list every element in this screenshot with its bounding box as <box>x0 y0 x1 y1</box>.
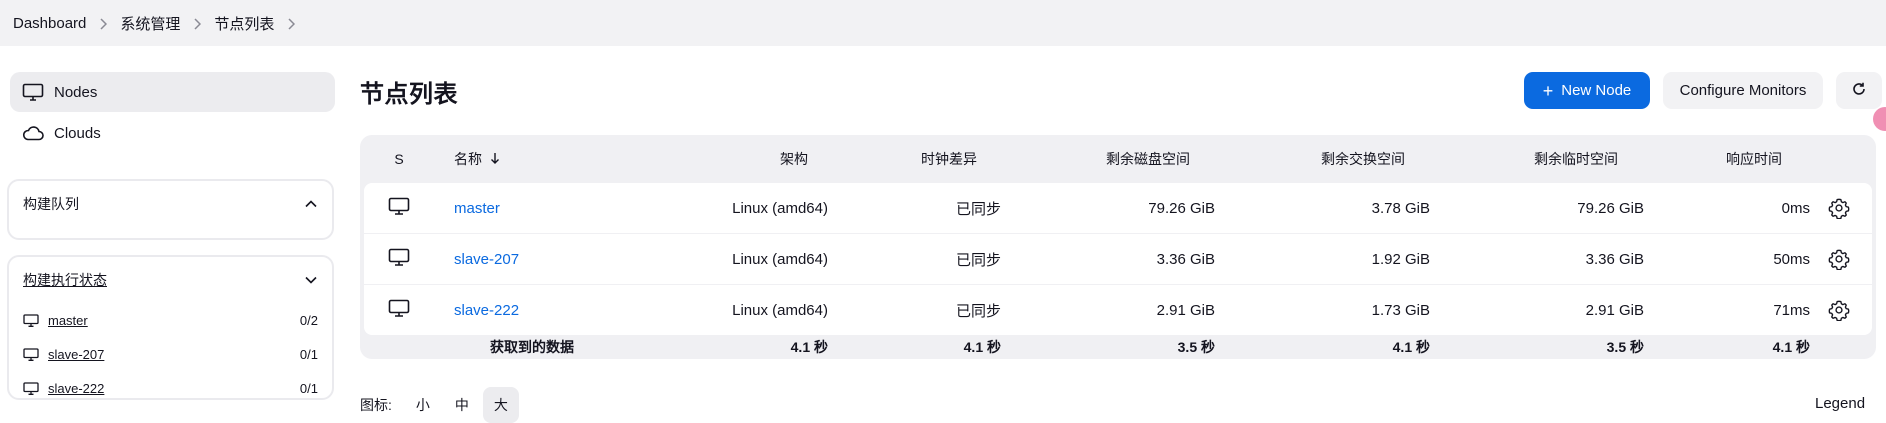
executor-row: slave-207 0/1 <box>9 337 332 371</box>
chevron-right-icon[interactable] <box>193 17 202 30</box>
breadcrumb-dashboard[interactable]: Dashboard <box>13 15 86 32</box>
build-queue-panel: 构建队列 <box>7 179 334 240</box>
configure-monitors-label: Configure Monitors <box>1679 82 1807 99</box>
sidebar-item-nodes[interactable]: Nodes <box>10 72 335 112</box>
icon-size-label: 图标: <box>360 397 392 413</box>
executor-count: 0/1 <box>299 346 318 362</box>
node-table: S 名称 架构 时钟差异 剩余磁盘空间 剩余交换空间 剩余临时空间 响应时间 m… <box>360 135 1876 359</box>
footer-resp: 4.1 秒 <box>1772 339 1810 355</box>
table-row: master Linux (amd64) 已同步 79.26 GiB 3.78 … <box>364 183 1872 233</box>
refresh-icon <box>1851 81 1867 101</box>
monitor-icon <box>23 313 39 327</box>
table-footer-row: 获取到的数据 4.1 秒 4.1 秒 3.5 秒 4.1 秒 3.5 秒 4.1… <box>364 335 1872 359</box>
table-row: slave-222 Linux (amd64) 已同步 2.91 GiB 1.7… <box>364 285 1872 335</box>
configure-monitors-button[interactable]: Configure Monitors <box>1663 72 1823 109</box>
gear-icon[interactable] <box>1824 197 1854 219</box>
column-header-resp[interactable]: 响应时间 <box>364 149 1782 169</box>
sidebar-item-clouds[interactable]: Clouds <box>10 113 335 153</box>
executor-node-link[interactable]: slave-207 <box>48 347 300 362</box>
legend-link[interactable]: Legend <box>1815 395 1865 412</box>
breadcrumb-system-admin[interactable]: 系统管理 <box>120 13 180 34</box>
executor-count: 0/1 <box>299 380 318 396</box>
breadcrumb-bar: Dashboard 系统管理 节点列表 <box>0 0 1886 46</box>
icon-size-large[interactable]: 大 <box>482 387 519 423</box>
chevron-right-icon[interactable] <box>99 17 108 30</box>
build-queue-header[interactable]: 构建队列 <box>9 181 332 227</box>
table-header-row: S 名称 架构 时钟差异 剩余磁盘空间 剩余交换空间 剩余临时空间 响应时间 <box>364 135 1872 183</box>
new-node-label: New Node <box>1561 82 1632 99</box>
node-response-time: 0ms <box>1781 199 1810 217</box>
table-row: slave-207 Linux (amd64) 已同步 3.36 GiB 1.9… <box>364 234 1872 284</box>
node-response-time: 50ms <box>1773 250 1810 268</box>
plus-icon: + <box>1542 80 1554 101</box>
executor-node-link[interactable]: master <box>48 313 300 328</box>
page-title: 节点列表 <box>360 81 458 108</box>
node-response-time: 71ms <box>1773 301 1810 319</box>
monitor-icon <box>23 381 39 395</box>
executor-status-header[interactable]: 构建执行状态 <box>9 257 332 303</box>
chevron-up-icon[interactable] <box>304 197 318 211</box>
monitor-icon <box>23 347 39 361</box>
sidebar-item-label: Nodes <box>54 83 98 101</box>
sidebar-item-label: Clouds <box>54 124 101 142</box>
gear-icon[interactable] <box>1824 248 1854 270</box>
chevron-down-icon[interactable] <box>304 273 318 287</box>
sidebar-nav: Nodes Clouds <box>10 72 335 154</box>
executor-row: master 0/2 <box>9 303 332 337</box>
floating-badge[interactable] <box>1873 107 1886 131</box>
new-node-button[interactable]: + New Node <box>1524 72 1650 109</box>
breadcrumb: Dashboard 系统管理 节点列表 <box>13 13 308 34</box>
executor-node-link[interactable]: slave-222 <box>48 381 300 396</box>
refresh-button[interactable] <box>1836 72 1882 109</box>
executor-status-panel: 构建执行状态 master 0/2 slave-207 0/1 slave-22… <box>7 255 334 400</box>
gear-icon[interactable] <box>1824 299 1854 321</box>
icon-size-selector: 图标: 小 中 大 <box>360 387 519 423</box>
executor-count: 0/2 <box>299 312 318 328</box>
monitor-icon <box>22 83 44 101</box>
breadcrumb-node-list[interactable]: 节点列表 <box>214 13 274 34</box>
icon-size-medium[interactable]: 中 <box>444 387 480 423</box>
build-queue-title: 构建队列 <box>23 196 79 212</box>
executor-row: slave-222 0/1 <box>9 371 332 405</box>
chevron-right-icon[interactable] <box>287 17 296 30</box>
executor-status-title[interactable]: 构建执行状态 <box>23 270 107 290</box>
icon-size-small[interactable]: 小 <box>405 387 441 423</box>
cloud-icon <box>22 124 44 142</box>
